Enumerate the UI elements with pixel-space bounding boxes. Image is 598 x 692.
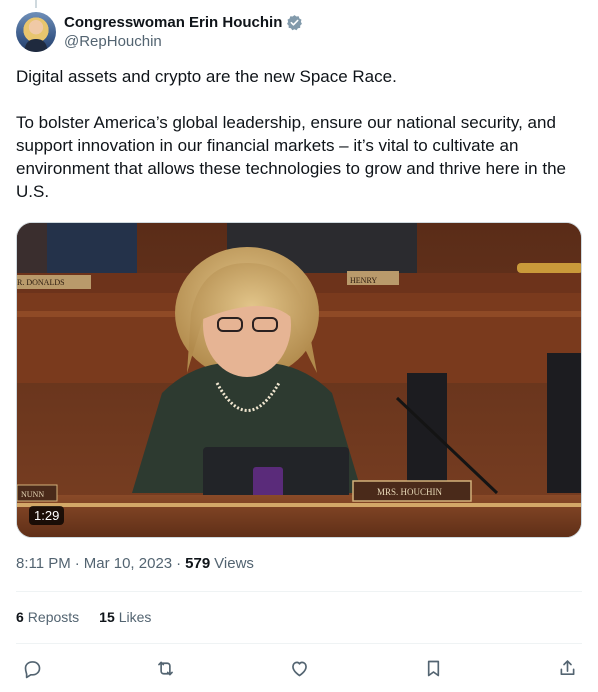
- tweet-paragraph: Digital assets and crypto are the new Sp…: [16, 67, 397, 86]
- nameplate-left-bottom: NUNN: [21, 490, 44, 499]
- nameplate-left-top: R. DONALDS: [17, 278, 65, 287]
- nameplate-center-top: HENRY: [350, 276, 377, 285]
- reposts-count: 6: [16, 609, 24, 625]
- likes-count: 15: [99, 609, 115, 625]
- tweet-meta: 8:11 PM · Mar 10, 2023 · 579 Views: [16, 555, 254, 572]
- views-count: 579: [185, 555, 211, 572]
- action-bar: [16, 652, 582, 684]
- like-icon: [291, 661, 307, 676]
- meta-separator: ·: [74, 555, 80, 572]
- verified-badge-icon[interactable]: [286, 14, 303, 31]
- avatar[interactable]: [16, 12, 56, 52]
- repost-button[interactable]: [153, 656, 177, 680]
- nameplate-speaker: MRS. HOUCHIN: [377, 487, 443, 497]
- reposts-label: Reposts: [27, 609, 80, 625]
- engagement-stats: 6 Reposts 15 Likes: [16, 609, 171, 625]
- video-player[interactable]: R. DONALDS HENRY NUNN MRS. HOUCHIN 1:29: [16, 222, 582, 538]
- divider: [16, 591, 582, 592]
- bookmark-icon: [427, 660, 439, 676]
- like-button[interactable]: [287, 656, 311, 680]
- tweet-text: Digital assets and crypto are the new Sp…: [16, 65, 582, 203]
- reply-icon: [24, 660, 40, 678]
- display-name[interactable]: Congresswoman Erin Houchin: [64, 14, 282, 31]
- reposts-stat[interactable]: 6 Reposts: [16, 609, 79, 625]
- video-duration-badge: 1:29: [29, 506, 65, 525]
- repost-icon: [157, 661, 173, 675]
- share-button[interactable]: [555, 656, 579, 680]
- divider: [16, 643, 582, 644]
- bookmark-button[interactable]: [421, 656, 445, 680]
- reply-button[interactable]: [20, 656, 44, 680]
- video-frame: R. DONALDS HENRY NUNN MRS. HOUCHIN: [17, 223, 581, 537]
- handle[interactable]: @RepHouchin: [64, 33, 303, 50]
- tweet-header: Congresswoman Erin Houchin @RepHouchin: [16, 10, 303, 54]
- author-names: Congresswoman Erin Houchin @RepHouchin: [64, 14, 303, 50]
- likes-stat[interactable]: 15 Likes: [99, 609, 151, 625]
- tweet-time[interactable]: 8:11 PM: [16, 555, 71, 572]
- share-icon: [560, 659, 574, 675]
- tweet-paragraph: To bolster America’s global leadership, …: [16, 113, 566, 201]
- views-label: Views: [214, 555, 254, 572]
- meta-separator: ·: [176, 555, 182, 572]
- tweet-date[interactable]: Mar 10, 2023: [84, 555, 172, 572]
- display-name-row: Congresswoman Erin Houchin: [64, 14, 303, 31]
- thread-connector-line: [35, 0, 37, 8]
- likes-label: Likes: [118, 609, 152, 625]
